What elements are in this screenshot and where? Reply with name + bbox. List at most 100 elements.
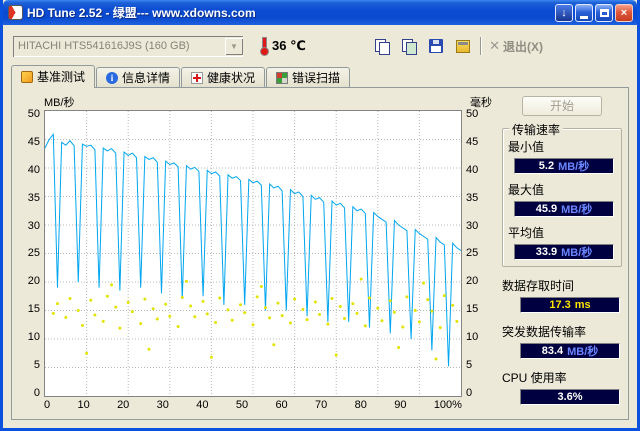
max-unit: MB/秒 [561,204,593,216]
min-value-box: 5.2 MB/秒 [514,158,614,174]
axis-unit-labels: MB/秒 毫秒 [18,94,492,110]
tick-label: 50 [466,108,479,120]
plot-canvas [45,111,461,396]
tick-label: 10 [27,331,40,344]
tab-info[interactable]: 信息详情 [96,67,181,87]
tab-benchmark[interactable]: 基准测试 [11,65,96,88]
avg-label: 平均值 [508,226,545,240]
tick-label: 20 [117,399,130,411]
thermometer-icon [259,36,269,56]
tick-label: 35 [466,191,479,204]
benchmark-chart: MB/秒 毫秒 50 45 40 35 30 25 20 15 10 5 0 50 45 40 35 30 2… [18,94,492,413]
tick-label: 20 [466,275,479,288]
tick-label: 10 [466,331,479,344]
burst-rate-value: 83.4 [541,345,564,357]
tick-label: 10 [77,399,90,411]
save-button[interactable] [426,37,446,56]
avg-unit: MB/秒 [561,247,593,259]
min-value: 5.2 [538,160,555,172]
access-time-label: 数据存取时间 [502,279,575,293]
tick-label: 5 [33,359,40,372]
tick-label: 45 [466,135,479,148]
temperature-display: 36 ℃ [259,36,306,56]
benchmark-icon [21,70,33,83]
cpu-usage-value: 3.6% [557,391,583,403]
maximize-icon [599,8,609,17]
tick-label: 90 [394,399,407,411]
max-value-box: 45.9 MB/秒 [514,201,614,217]
burst-rate-unit: MB/秒 [567,346,599,358]
health-cross-icon [191,71,204,84]
save-icon [429,39,444,53]
window-title: HD Tune 2.52 - 绿盟--- www.xdowns.com [27,6,256,20]
tick-label: 5 [466,359,473,372]
minimize-button[interactable] [575,3,593,22]
plot-area [44,110,462,397]
cpu-usage-value-box: 3.6% [520,389,620,405]
app-icon [8,5,23,20]
download-arrow-button[interactable]: ↓ [555,3,573,22]
access-time-value-box: 17.3 ms [520,297,620,313]
max-value: 45.9 [535,203,558,215]
x-ticks: 0 10 20 30 40 50 60 70 80 90 100% [44,397,462,413]
tick-label: 0 [33,386,40,399]
toolbar-separator [480,37,483,55]
min-label: 最小值 [508,140,545,154]
tab-health[interactable]: 健康状况 [181,67,266,87]
transfer-rate-group: 传输速率 最小值 5.2 MB/秒 最大值 45.9 MB/秒 平均值 33.9… [502,121,622,267]
exit-x-icon: ✕ [489,38,500,53]
tick-label: 25 [466,247,479,260]
tick-label: 70 [315,399,328,411]
tab-strip: 基准测试 信息详情 健康状况 错误扫描 [11,65,629,88]
chevron-down-icon[interactable]: ▼ [225,37,243,55]
export-button[interactable] [453,37,473,56]
info-icon [106,71,119,84]
y-ticks-right: 50 45 40 35 30 25 20 15 10 5 0 [462,108,492,399]
y-ticks-left: 50 45 40 35 30 25 20 15 10 5 0 [18,108,44,399]
copy-image-icon [401,38,417,55]
tab-error-scan[interactable]: 错误扫描 [266,67,351,87]
export-icon [456,39,471,53]
tick-label: 40 [196,399,209,411]
tick-label: 15 [466,303,479,316]
min-unit: MB/秒 [558,161,590,173]
drive-select-combo[interactable]: HITACHI HTS541616J9S (160 GB) ▼ [13,35,243,57]
toolbar-buttons: ✕ 退出(X) [372,37,627,56]
tab-error-scan-label: 错误扫描 [292,71,341,85]
tick-label: 30 [156,399,169,411]
cpu-usage-label: CPU 使用率 [502,371,567,385]
maximize-button[interactable] [595,3,613,22]
tab-benchmark-label: 基准测试 [37,70,86,84]
access-time-value: 17.3 [549,299,571,311]
tick-label: 40 [466,163,479,176]
tick-label: 25 [27,247,40,260]
titlebar[interactable]: HD Tune 2.52 - 绿盟--- www.xdowns.com ↓ × [3,0,637,25]
avg-value: 33.9 [535,246,558,258]
tick-label: 30 [466,219,479,232]
burst-rate-value-box: 83.4 MB/秒 [520,343,620,359]
access-time-unit: ms [574,299,591,311]
tab-info-label: 信息详情 [122,71,171,85]
toolbar: HITACHI HTS541616J9S (160 GB) ▼ 36 ℃ ✕ 退… [3,25,637,65]
exit-button[interactable]: ✕ 退出(X) [489,38,543,55]
copy-image-button[interactable] [399,37,419,56]
close-button[interactable]: × [615,3,633,22]
copy-icon [374,38,390,55]
results-panel: 开始 传输速率 最小值 5.2 MB/秒 最大值 45.9 MB/秒 平均值 3… [492,94,624,413]
tick-label: 40 [27,163,40,176]
tick-label: 100% [433,399,462,411]
avg-value-box: 33.9 MB/秒 [514,244,614,260]
drive-select-value: HITACHI HTS541616J9S (160 GB) [18,40,190,52]
tick-label: 0 [44,399,51,411]
copy-button[interactable] [372,37,392,56]
tick-label: 15 [27,303,40,316]
minimize-icon [580,15,588,19]
left-axis-unit-label: MB/秒 [44,97,75,109]
start-button[interactable]: 开始 [522,96,602,116]
hd-tune-window: HD Tune 2.52 - 绿盟--- www.xdowns.com ↓ × … [0,0,640,431]
max-label: 最大值 [508,183,545,197]
tick-label: 80 [354,399,367,411]
tick-label: 50 [27,108,40,120]
burst-rate-label: 突发数据传输率 [502,325,587,339]
benchmark-panel: MB/秒 毫秒 50 45 40 35 30 25 20 15 10 5 0 50 45 40 35 30 2… [11,87,629,420]
